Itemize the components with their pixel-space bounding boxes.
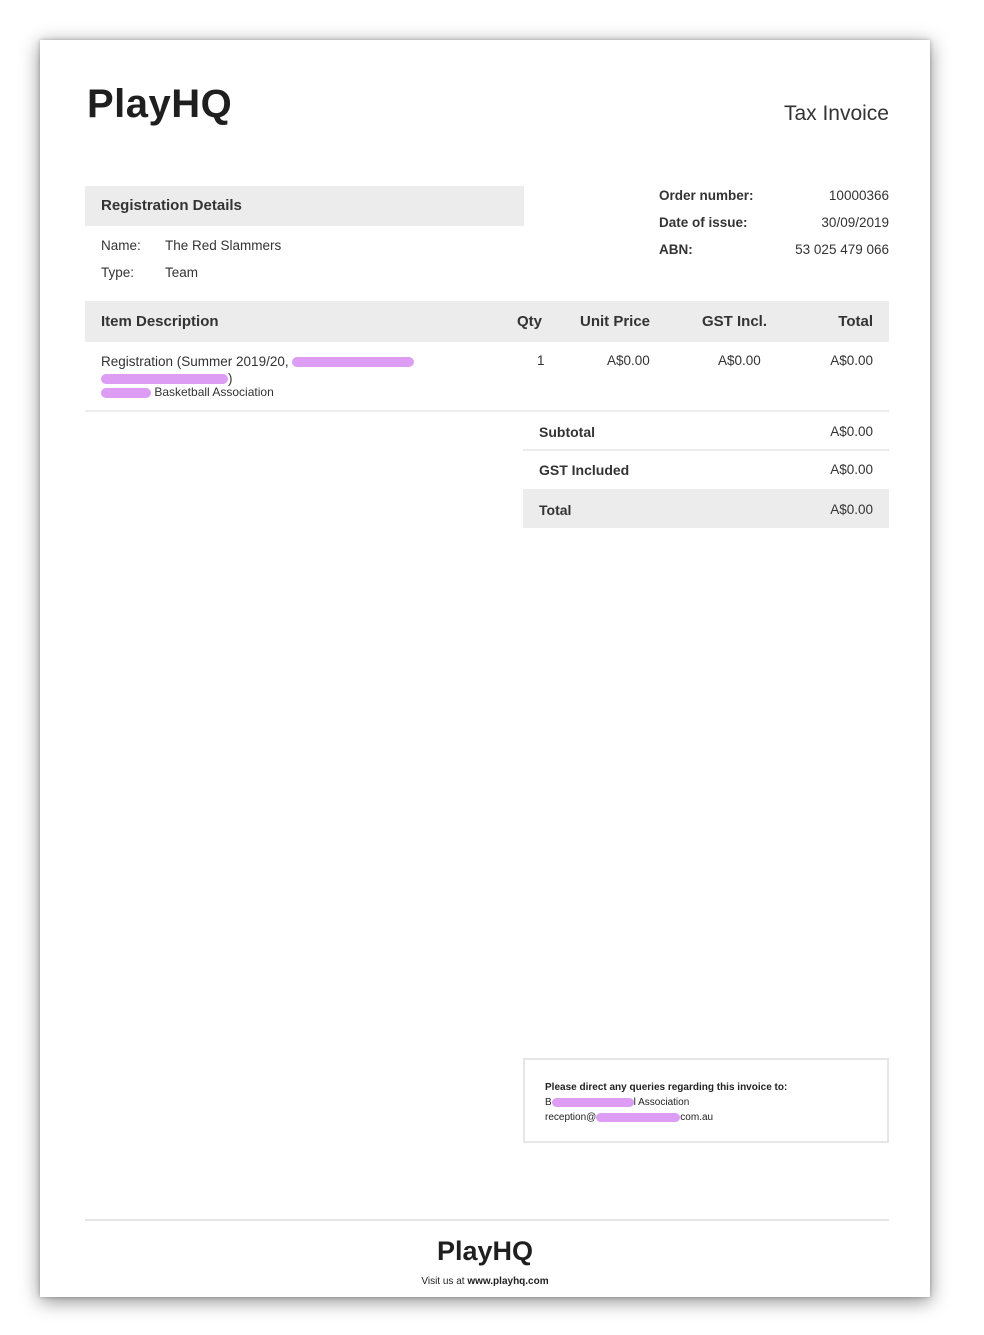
item-qty: 1 <box>537 353 545 368</box>
playhq-logo: PlayHQ <box>87 82 233 126</box>
queries-box: Please direct any queries regarding this… <box>523 1058 889 1143</box>
redacted-text <box>101 374 228 385</box>
date-of-issue-value: 30/09/2019 <box>821 215 889 230</box>
header-total: Total <box>838 313 873 330</box>
registration-details-heading: Registration Details <box>85 186 524 226</box>
redacted-text <box>551 1097 634 1107</box>
queries-email-suffix: com.au <box>680 1112 714 1123</box>
subtotal-value: A$0.00 <box>830 424 873 439</box>
item-organisation-suffix: Basketball Association <box>151 385 274 399</box>
queries-org-prefix: B <box>545 1097 552 1108</box>
header-item-description: Item Description <box>101 313 219 330</box>
header-qty: Qty <box>517 313 543 330</box>
abn-value: 53 025 479 066 <box>795 242 889 257</box>
type-label: Type: <box>101 265 135 280</box>
item-description-prefix: Registration (Summer 2019/20, <box>101 354 293 369</box>
name-value: The Red Slammers <box>165 238 282 253</box>
total-label: Total <box>539 502 572 518</box>
gst-included-label: GST Included <box>539 462 630 478</box>
abn-label: ABN: <box>659 242 693 257</box>
invoice-page: PlayHQ Tax Invoice Registration Details … <box>40 40 930 1297</box>
footer-logo: PlayHQ <box>436 1236 534 1266</box>
footer-visit: Visit us at www.playhq.com <box>40 1276 930 1287</box>
order-number-label: Order number: <box>659 188 754 203</box>
item-description: Registration (Summer 2019/20, ) <box>101 353 451 387</box>
item-gst: A$0.00 <box>718 353 761 368</box>
footer-visit-prefix: Visit us at <box>421 1276 468 1287</box>
document-title: Tax Invoice <box>783 102 889 125</box>
item-unit-price: A$0.00 <box>607 353 650 368</box>
registration-type-row: Type: Team <box>101 265 198 280</box>
item-organisation: Basketball Association <box>101 385 274 399</box>
date-of-issue-label: Date of issue: <box>659 215 748 230</box>
summary-divider <box>523 449 889 451</box>
queries-title: Please direct any queries regarding this… <box>545 1082 788 1093</box>
queries-organisation: Bl Association <box>545 1095 887 1110</box>
registration-name-row: Name: The Red Slammers <box>101 238 281 253</box>
date-of-issue-row: Date of issue: 30/09/2019 <box>659 215 889 230</box>
order-number-value: 10000366 <box>828 188 889 203</box>
total-value: A$0.00 <box>830 502 873 517</box>
header-unit-price: Unit Price <box>580 313 651 330</box>
type-value: Team <box>165 265 199 280</box>
name-label: Name: <box>101 238 141 253</box>
subtotal-label: Subtotal <box>539 424 595 440</box>
item-description-suffix: ) <box>228 371 233 386</box>
order-number-row: Order number: 10000366 <box>659 188 889 203</box>
gst-included-value: A$0.00 <box>830 462 873 477</box>
redacted-text <box>292 357 415 368</box>
item-total: A$0.00 <box>830 353 873 368</box>
queries-email-prefix: reception@ <box>545 1112 597 1123</box>
footer-divider <box>85 1219 889 1221</box>
abn-row: ABN: 53 025 479 066 <box>659 242 889 257</box>
footer-website-link[interactable]: www.playhq.com <box>467 1276 548 1287</box>
row-divider <box>85 410 889 412</box>
header-gst: GST Incl. <box>702 313 768 330</box>
redacted-text <box>101 387 151 398</box>
queries-email: reception@ com.au <box>545 1110 887 1125</box>
redacted-text <box>596 1112 681 1122</box>
queries-org-suffix: l Association <box>633 1097 690 1108</box>
